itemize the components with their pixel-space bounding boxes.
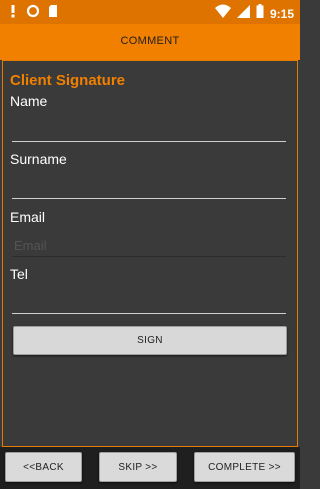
signature-form: Client Signature Name Surname Email Tel … xyxy=(2,60,298,447)
sync-icon xyxy=(26,4,40,23)
status-bar: 9:15 xyxy=(0,0,300,24)
email-input[interactable] xyxy=(12,235,286,257)
app-bar: COMMENT xyxy=(0,24,300,60)
complete-button[interactable]: COMPLETE >> xyxy=(194,452,295,482)
name-input[interactable] xyxy=(12,120,286,142)
name-label: Name xyxy=(10,93,48,109)
section-title: Client Signature xyxy=(10,72,126,89)
bottom-nav-bar: <<BACK SKIP >> COMPLETE >> xyxy=(0,447,300,489)
status-time: 9:15 xyxy=(269,6,294,21)
sd-card-icon xyxy=(48,4,58,23)
battery-icon xyxy=(256,4,264,23)
sign-button[interactable]: SIGN xyxy=(13,326,287,355)
signal-icon xyxy=(236,4,250,23)
surname-input[interactable] xyxy=(12,177,286,199)
email-label: Email xyxy=(10,209,46,225)
surname-label: Surname xyxy=(10,151,67,167)
tel-input[interactable] xyxy=(12,292,286,314)
tel-label: Tel xyxy=(10,266,28,282)
back-button[interactable]: <<BACK xyxy=(5,452,82,482)
skip-button[interactable]: SKIP >> xyxy=(99,452,177,482)
alert-icon xyxy=(8,4,18,23)
wifi-icon xyxy=(214,4,231,23)
page-title: COMMENT xyxy=(120,35,180,47)
